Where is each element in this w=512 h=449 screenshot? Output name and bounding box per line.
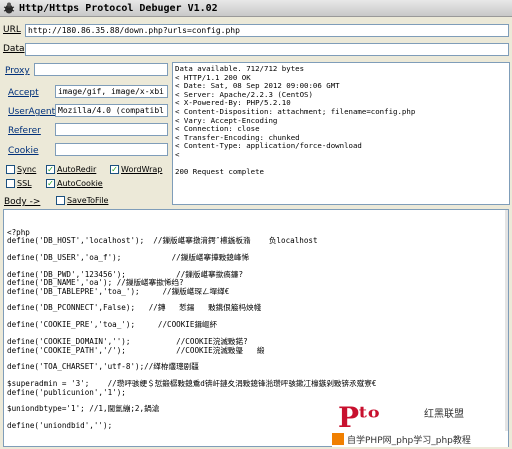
response-headers-view[interactable]: Data available. 712/712 bytes < HTTP/1.1… — [172, 62, 510, 205]
savetofile-checkbox[interactable]: SaveToFile — [56, 196, 108, 205]
autocookie-label: AutoCookie — [57, 179, 103, 188]
url-label: URL — [3, 25, 21, 35]
wordwrap-box[interactable]: ✓ — [110, 165, 119, 174]
site-watermark: Pᵗᵒ 红黑联盟 自学PHP网_php学习_php教程 — [332, 401, 508, 447]
wordwrap-label: WordWrap — [121, 165, 163, 174]
accept-label: Accept — [8, 88, 39, 98]
useragent-label: UserAgent — [8, 107, 56, 117]
body-label: Body -> — [4, 197, 41, 207]
autoredir-box[interactable]: ✓ — [46, 165, 55, 174]
accept-input[interactable]: image/gif, image/x-xbi — [55, 85, 168, 98]
sync-label: Sync — [17, 165, 37, 174]
wordwrap-checkbox[interactable]: ✓ WordWrap — [110, 165, 162, 174]
url-input[interactable]: http://180.86.35.88/down.php?urls=config… — [25, 24, 509, 37]
watermark-brand: 红黑联盟 — [424, 409, 464, 420]
autoredir-checkbox[interactable]: ✓ AutoRedir — [46, 165, 96, 174]
watermark-square-icon — [332, 433, 344, 445]
ssl-label: SSL — [17, 179, 32, 188]
proxy-label: Proxy — [5, 66, 30, 76]
title-bar: Http/Https Protocol Debuger V1.02 — [0, 0, 512, 17]
ssl-box[interactable] — [6, 179, 15, 188]
data-label: Data — [3, 44, 25, 54]
savetofile-label: SaveToFile — [67, 196, 109, 205]
watermark-banner-text: 自学PHP网_php学习_php教程 — [347, 435, 471, 446]
referer-label: Referer — [8, 126, 41, 136]
proxy-input[interactable] — [34, 63, 168, 76]
watermark-logo: Pᵗᵒ — [338, 401, 381, 434]
useragent-input[interactable]: Mozilla/4.0 (compatibl — [55, 104, 168, 117]
watermark-banner: 自学PHP网_php学习_php教程 — [332, 431, 508, 447]
cookie-label: Cookie — [8, 146, 39, 156]
autocookie-checkbox[interactable]: ✓ AutoCookie — [46, 179, 103, 188]
autoredir-label: AutoRedir — [57, 165, 97, 174]
data-input[interactable] — [25, 43, 509, 56]
cookie-input[interactable] — [55, 143, 168, 156]
sync-checkbox[interactable]: Sync — [6, 165, 36, 174]
savetofile-box[interactable] — [56, 196, 65, 205]
app-bug-icon — [3, 2, 15, 14]
ssl-checkbox[interactable]: SSL — [6, 179, 32, 188]
referer-input[interactable] — [55, 123, 168, 136]
window-title: Http/Https Protocol Debuger V1.02 — [19, 2, 218, 14]
autocookie-box[interactable]: ✓ — [46, 179, 55, 188]
sync-box[interactable] — [6, 165, 15, 174]
